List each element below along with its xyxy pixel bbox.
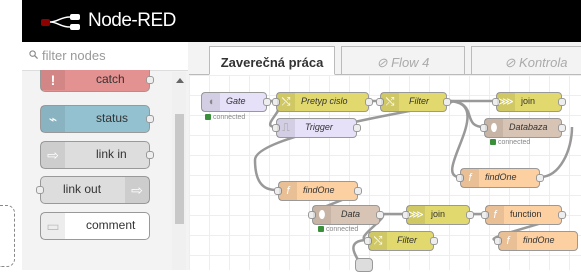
- flow-node-findone[interactable]: f findOne: [494, 231, 578, 251]
- output-port[interactable]: [536, 174, 544, 182]
- trigger-icon: ⎍: [277, 119, 295, 137]
- flow-node-trigger[interactable]: ⎍ Trigger: [272, 118, 361, 138]
- database-icon: ⬮: [313, 206, 331, 224]
- node-label: Filter: [397, 235, 417, 245]
- status-text: connected: [326, 226, 359, 233]
- flow-node-join[interactable]: ⋙ join: [492, 92, 566, 112]
- output-port[interactable]: [558, 124, 566, 132]
- status-dot-icon: [490, 139, 496, 145]
- output-port[interactable]: [430, 237, 438, 245]
- node-label: join: [431, 209, 446, 219]
- output-port[interactable]: [365, 98, 373, 106]
- flow-node-filter[interactable]: ⤭ Filter: [376, 92, 451, 112]
- function-icon: f: [486, 206, 504, 224]
- node-label: Trigger: [305, 122, 333, 132]
- status-text: connected: [498, 139, 531, 146]
- node-label: Data: [341, 209, 361, 219]
- node-label: Databaza: [509, 122, 548, 132]
- shuffle-icon: ⤭: [381, 93, 399, 111]
- flow-node-findone[interactable]: f findOne: [274, 181, 362, 201]
- function-icon: f: [461, 169, 479, 187]
- output-port[interactable]: [353, 124, 361, 132]
- shuffle-icon: ⤭: [277, 93, 295, 111]
- join-icon: ⋙: [497, 93, 515, 111]
- flow-node-function[interactable]: f function: [481, 205, 566, 225]
- node-label: findOne: [485, 172, 517, 182]
- status-connected: connected: [205, 114, 245, 121]
- status-connected: connected: [318, 226, 358, 233]
- database-icon: ⬮: [485, 119, 503, 137]
- gate-icon: ◖: [202, 93, 220, 111]
- flow-node-gate[interactable]: ◖ Gate: [201, 92, 271, 112]
- output-port[interactable]: [558, 98, 566, 106]
- node-label: join: [521, 96, 536, 106]
- flow-node-data[interactable]: ⬮ Data: [308, 205, 384, 225]
- node-label: findOne: [523, 235, 555, 245]
- node-label: Pretyp cislo: [301, 96, 348, 106]
- flow-node-pretyp-cislo[interactable]: ⤭ Pretyp cislo: [272, 92, 373, 112]
- status-dot-icon: [205, 114, 211, 120]
- function-icon: f: [499, 232, 517, 250]
- node-label: function: [510, 209, 542, 219]
- output-port[interactable]: [263, 98, 271, 106]
- flow-node-databaza[interactable]: ⬮ Databaza: [480, 118, 566, 138]
- function-icon: f: [279, 182, 297, 200]
- shuffle-icon: ⤭: [369, 232, 387, 250]
- flow-node-join[interactable]: ⋙ join: [402, 205, 474, 225]
- output-port[interactable]: [466, 211, 474, 219]
- output-port[interactable]: [443, 98, 451, 106]
- flow-node-findone[interactable]: f findOne: [456, 168, 544, 188]
- output-port[interactable]: [558, 211, 566, 219]
- output-port[interactable]: [354, 187, 362, 195]
- output-port[interactable]: [376, 211, 384, 219]
- node-label: Gate: [226, 96, 246, 106]
- status-connected: connected: [490, 139, 530, 146]
- status-text: connected: [213, 114, 246, 121]
- node-label: Filter: [409, 96, 429, 106]
- flow-node-filter[interactable]: ⤭ Filter: [364, 231, 438, 251]
- join-icon: ⋙: [407, 206, 425, 224]
- status-dot-icon: [318, 226, 324, 232]
- node-label: findOne: [303, 185, 335, 195]
